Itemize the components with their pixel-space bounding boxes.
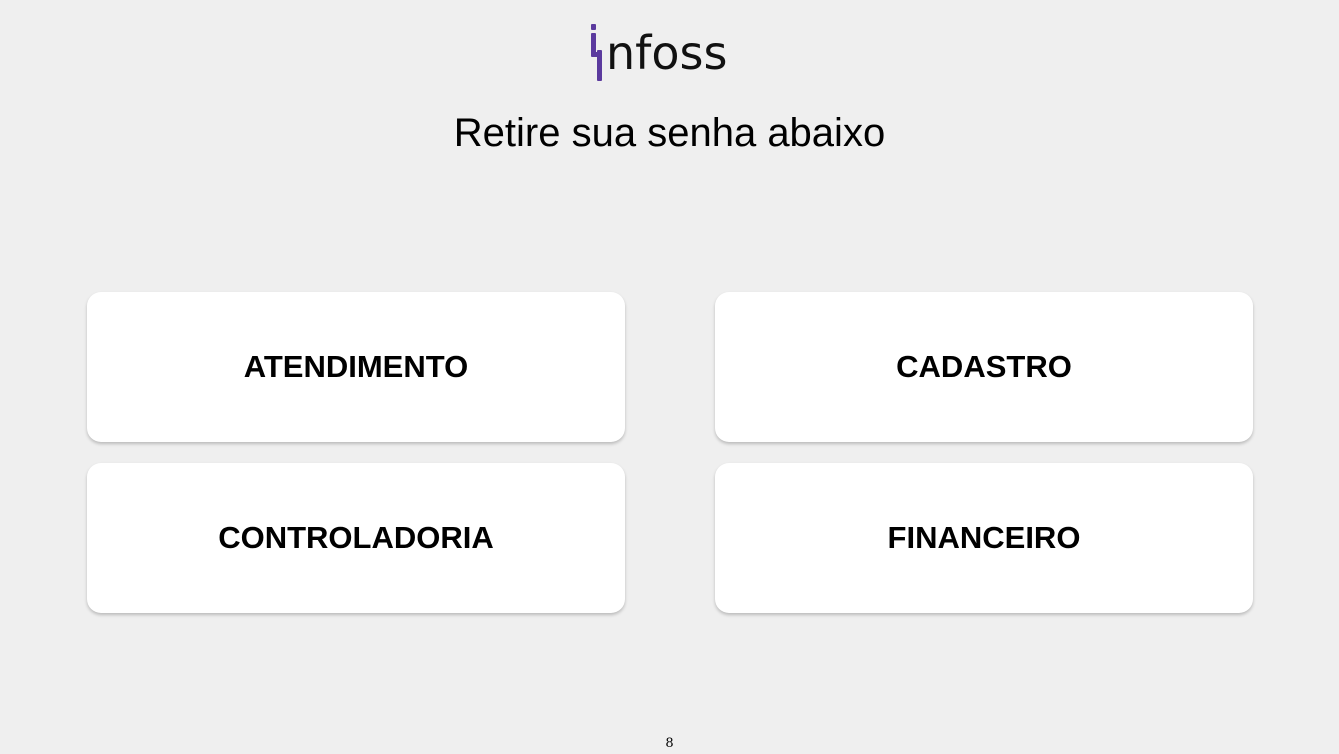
financeiro-button[interactable]: FINANCEIRO [715, 463, 1253, 613]
logo-wordmark: nfoss [606, 26, 728, 80]
cadastro-button-label: CADASTRO [896, 349, 1072, 384]
infoss-logo: nfoss [586, 22, 752, 84]
atendimento-button-label: ATENDIMENTO [243, 349, 469, 384]
cadastro-button[interactable]: CADASTRO [715, 292, 1253, 442]
financeiro-button-label: FINANCEIRO [887, 520, 1081, 555]
page-subtitle: Retire sua senha abaixo [453, 111, 886, 155]
footer-number: 8 [665, 736, 674, 751]
atendimento-button[interactable]: ATENDIMENTO [87, 292, 625, 442]
logo-i-mark-icon [591, 24, 602, 81]
controladoria-button[interactable]: CONTROLADORIA [87, 463, 625, 613]
controladoria-button-label: CONTROLADORIA [218, 520, 494, 555]
